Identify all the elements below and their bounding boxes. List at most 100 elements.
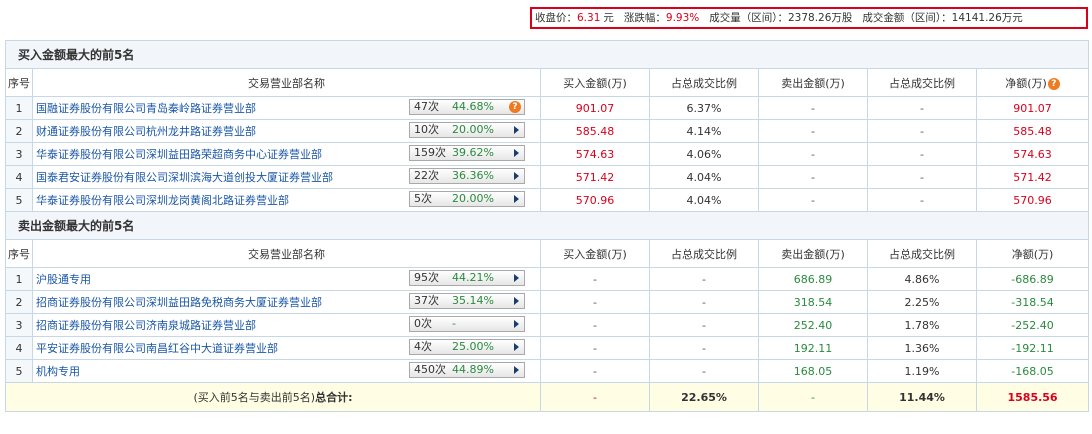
col-header-net: 净额(万)? [975,68,1090,97]
broker-name-link[interactable]: 机构专用 [36,363,80,379]
col-header-net-label: 净额(万) [1011,247,1054,261]
table-row: 1 国融证券股份有限公司青岛秦岭路证券营业部 47次 44.68%? 901.07 6.3… [5,96,1090,120]
buy-ratio: 4.14% [649,119,759,143]
win-rate: 44.21% [452,271,494,284]
table-row: 5 机构专用 450次 44.89% - -168.05 1.19% -168.05 [5,359,1090,383]
appearance-count: 450次 [414,363,446,376]
broker-name-link[interactable]: 沪股通专用 [36,271,91,287]
broker-name-link[interactable]: 招商证券股份有限公司深圳益田路免税商务大厦证券营业部 [36,294,322,310]
close-price-unit: 元 [603,12,614,24]
sell-ratio: - [867,188,977,212]
total-label-prefix: (买入前5名与卖出前5名) [193,391,316,404]
col-header-buy-amount: 买入金额(万) [540,68,650,97]
row-seq: 5 [5,359,33,383]
row-seq: 1 [5,96,33,120]
broker-name-link[interactable]: 财通证券股份有限公司杭州龙井路证券营业部 [36,123,256,139]
close-price-label: 收盘价： [535,12,577,24]
broker-history-button[interactable]: 37次 35.14% [409,293,525,309]
broker-cell: 国融证券股份有限公司青岛秦岭路证券营业部 47次 44.68%? [32,96,541,120]
broker-name-link[interactable]: 平安证券股份有限公司南昌红谷中大道证券营业部 [36,340,278,356]
dragon-tiger-table: 买入金额最大的前5名 序号 交易营业部名称 买入金额(万) 占总成交比例 卖出金额(万) 占… [4,40,1090,412]
broker-history-button[interactable]: 159次 39.62% [409,145,525,161]
broker-history-button[interactable]: 95次 44.21% [409,270,525,286]
win-rate: 25.00% [452,340,494,353]
broker-name-link[interactable]: 国泰君安证券股份有限公司深圳滨海大道创投大厦证券营业部 [36,169,333,185]
sell-amount: - [758,165,868,189]
play-arrow-icon [514,274,519,282]
section-title: 买入金额最大的前5名 [4,40,1090,69]
sell-amount: - [758,119,868,143]
net-amount: 585.48 [975,119,1090,143]
broker-name-link[interactable]: 招商证券股份有限公司济南泉城路证券营业部 [36,317,256,333]
appearance-count: 4次 [414,340,432,353]
broker-name-link[interactable]: 华泰证券股份有限公司深圳龙岗黄阁北路证券营业部 [36,192,289,208]
col-header-seq: 序号 [5,239,33,268]
net-amount: 574.63 [975,142,1090,166]
buy-ratio: - [649,267,759,291]
volume-text: 成交量（区间）：2378.26万股 [709,12,853,24]
row-seq: 2 [5,119,33,143]
table-row: 3 招商证券股份有限公司济南泉城路证券营业部 0次 - - -252.40 1.78% -25… [5,313,1090,337]
buy-section-header: 买入金额最大的前5名 [4,40,1090,69]
buy-ratio: - [649,336,759,360]
play-arrow-icon [514,366,519,374]
broker-history-button[interactable]: 5次 20.00% [409,191,525,207]
table-row: 1 沪股通专用 95次 44.21% - -686.89 4.86% -686.89 [5,267,1090,291]
row-seq: 3 [5,142,33,166]
table-row: 2 招商证券股份有限公司深圳益田路免税商务大厦证券营业部 37次 35.14% - -31… [5,290,1090,314]
broker-cell: 平安证券股份有限公司南昌红谷中大道证券营业部 4次 25.00% [32,336,541,360]
table-row: 3 华泰证券股份有限公司深圳益田路荣超商务中心证券营业部 159次 39.62% 574… [5,142,1090,166]
sell-ratio: - [867,119,977,143]
buy-ratio: - [649,313,759,337]
win-rate: 44.68% [452,100,494,113]
broker-name-link[interactable]: 国融证券股份有限公司青岛秦岭路证券营业部 [36,100,256,116]
total-buy-ratio: 22.65% [649,382,759,412]
broker-history-button[interactable]: 22次 36.36% [409,168,525,184]
broker-cell: 招商证券股份有限公司深圳益田路免税商务大厦证券营业部 37次 35.14% [32,290,541,314]
total-label: (买入前5名与卖出前5名)总合计: [5,382,541,412]
broker-history-button[interactable]: 4次 25.00% [409,339,525,355]
sell-amount: - [758,96,868,120]
section-title: 卖出金额最大的前5名 [4,211,1090,240]
help-icon[interactable]: ? [509,101,521,113]
appearance-count: 37次 [414,294,439,307]
sell-amount: 192.11 [758,336,868,360]
appearance-count: 10次 [414,123,439,136]
broker-name-link[interactable]: 华泰证券股份有限公司深圳益田路荣超商务中心证券营业部 [36,146,322,162]
col-header-buy-amount: 买入金额(万) [540,239,650,268]
buy-amount: 574.63 [540,142,650,166]
column-header-row: 序号 交易营业部名称 买入金额(万) 占总成交比例 卖出金额(万) 占总成交比例 净额(万) [5,239,1090,268]
col-header-sell-ratio: 占总成交比例 [867,239,977,268]
broker-history-button[interactable]: 47次 44.68%? [409,99,525,115]
broker-cell: 国泰君安证券股份有限公司深圳滨海大道创投大厦证券营业部 22次 36.36% [32,165,541,189]
play-arrow-icon [514,149,519,157]
buy-ratio: - [649,290,759,314]
broker-history-button[interactable]: 10次 20.00% [409,122,525,138]
broker-history-button[interactable]: 0次 - [409,316,525,332]
table-row: 5 华泰证券股份有限公司深圳龙岗黄阁北路证券营业部 5次 20.00% 570.96 4.… [5,188,1090,212]
row-seq: 3 [5,313,33,337]
col-header-broker: 交易营业部名称 [32,239,541,268]
row-seq: 5 [5,188,33,212]
win-rate: 39.62% [452,146,494,159]
buy-amount: 585.48 [540,119,650,143]
row-seq: 4 [5,165,33,189]
col-header-broker: 交易营业部名称 [32,68,541,97]
win-rate: - [452,317,456,330]
sell-amount: - [758,142,868,166]
sell-amount: 168.05 [758,359,868,383]
buy-amount: - [540,267,650,291]
broker-history-button[interactable]: 450次 44.89% [409,362,525,378]
buy-ratio: 4.04% [649,188,759,212]
col-header-net-label: 净额(万) [1005,76,1047,90]
row-seq: 1 [5,267,33,291]
row-seq: 4 [5,336,33,360]
sell-ratio: - [867,96,977,120]
help-icon[interactable]: ? [1047,77,1060,90]
row-seq: 2 [5,290,33,314]
table-row: 4 国泰君安证券股份有限公司深圳滨海大道创投大厦证券营业部 22次 36.36% 571… [5,165,1090,189]
total-buy: - [540,382,650,412]
net-amount: -686.89 [975,267,1090,291]
sell-ratio: 4.86% [867,267,977,291]
buy-ratio: 6.37% [649,96,759,120]
